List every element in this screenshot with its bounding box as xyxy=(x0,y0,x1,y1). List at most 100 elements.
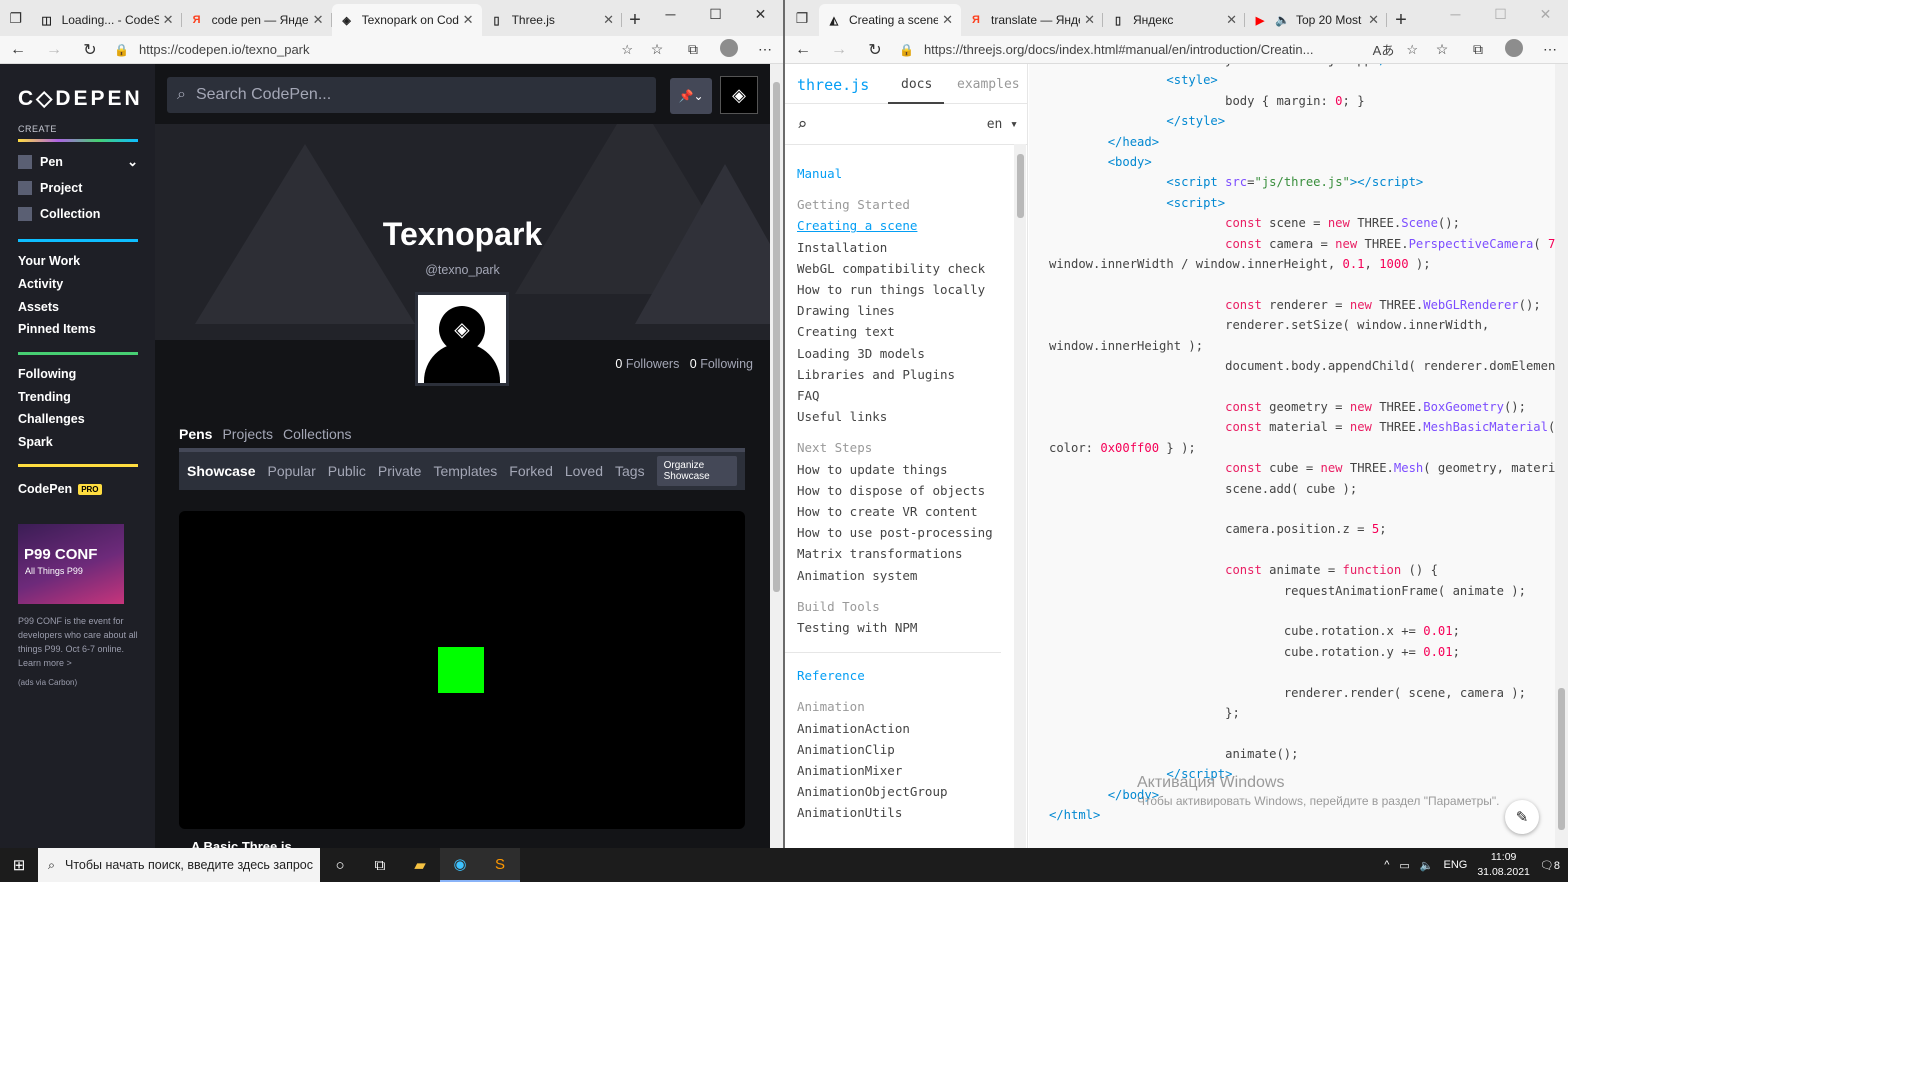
create-project-item[interactable]: Project xyxy=(18,181,82,195)
nav-assets[interactable]: Assets xyxy=(18,300,59,314)
file-explorer-icon[interactable]: ▰ xyxy=(400,848,440,882)
nav-pinned-items[interactable]: Pinned Items xyxy=(18,322,96,336)
collections-icon[interactable]: ⧉ xyxy=(1460,41,1496,58)
subtab-tags[interactable]: Tags xyxy=(615,463,645,479)
lock-icon[interactable]: 🔒 xyxy=(899,43,914,57)
language-select[interactable]: en ▾ xyxy=(987,117,1018,132)
tab-yandex-codepen[interactable]: Я code pen — Яндекс: ✕ xyxy=(182,4,332,36)
nav-activity[interactable]: Activity xyxy=(18,277,63,291)
page-scrollbar[interactable] xyxy=(1555,64,1568,848)
cortana-icon[interactable]: ○ xyxy=(320,848,360,882)
tab-creating-scene[interactable]: ◭ Creating a scene – th ✕ xyxy=(819,4,961,36)
nav-link[interactable]: AnimationMixer xyxy=(797,760,1007,781)
nav-link[interactable]: Matrix transformations xyxy=(797,543,1007,564)
tab-docs[interactable]: docs xyxy=(901,77,932,92)
codepen-logo[interactable]: C◇DEPEN xyxy=(18,86,143,111)
forward-icon[interactable]: → xyxy=(821,41,857,59)
tab-codesandbox[interactable]: ◫ Loading... - CodeSan ✕ xyxy=(32,4,182,36)
url-field[interactable]: 🔒 https://codepen.io/texno_park ☆ xyxy=(108,38,639,62)
docs-search-input[interactable]: ⌕ en ▾ xyxy=(785,105,1028,145)
notifications-icon[interactable]: 🗨8 xyxy=(1540,859,1560,872)
new-tab-button[interactable]: + xyxy=(1387,4,1415,36)
network-icon[interactable]: ▭ xyxy=(1399,859,1409,872)
favorites-icon[interactable]: ☆ xyxy=(639,41,675,58)
edit-pencil-button[interactable]: ✎ xyxy=(1505,800,1539,834)
windows-start-icon[interactable]: ⊞ xyxy=(0,856,38,874)
close-window-icon[interactable]: ✕ xyxy=(738,0,783,28)
ad-source[interactable]: (ads via Carbon) xyxy=(18,678,77,687)
nav-link[interactable]: How to create VR content xyxy=(797,501,1007,522)
nav-link[interactable]: How to use post-processing xyxy=(797,522,1007,543)
url-field[interactable]: 🔒 https://threejs.org/docs/index.html#ma… xyxy=(893,38,1424,62)
tab-projects[interactable]: Projects xyxy=(222,426,273,442)
add-favorite-icon[interactable]: ☆ xyxy=(1406,42,1418,58)
nav-challenges[interactable]: Challenges xyxy=(18,412,85,426)
nav-link[interactable]: AnimationObjectGroup xyxy=(797,781,1007,802)
clock[interactable]: 11:09 31.08.2021 xyxy=(1477,850,1530,880)
nav-following[interactable]: Following xyxy=(18,367,76,381)
maximize-icon[interactable]: ☐ xyxy=(1478,0,1523,28)
profile-avatar[interactable] xyxy=(711,39,747,60)
back-icon[interactable]: ← xyxy=(0,41,36,59)
nav-link[interactable]: Drawing lines xyxy=(797,300,1007,321)
nav-link[interactable]: Creating a scene xyxy=(797,215,1007,236)
pen-title[interactable]: A Basic Three.js xyxy=(191,839,292,848)
more-menu-icon[interactable]: ⋯ xyxy=(1532,41,1568,58)
tab-threejs[interactable]: ▯ Three.js ✕ xyxy=(482,4,623,36)
minimize-icon[interactable]: ─ xyxy=(648,0,693,28)
nav-link[interactable]: Testing with NPM xyxy=(797,617,1007,638)
ad-text[interactable]: P99 CONF is the event for developers who… xyxy=(18,614,140,670)
speaker-icon[interactable]: 🔈 xyxy=(1275,13,1290,27)
nav-link[interactable]: How to dispose of objects xyxy=(797,480,1007,501)
followers-link[interactable]: Followers xyxy=(626,357,680,371)
tab-youtube[interactable]: ▶ 🔈 Top 20 Most Po ✕ xyxy=(1245,4,1387,36)
tab-yandex[interactable]: ▯ Яндекс ✕ xyxy=(1103,4,1245,36)
close-icon[interactable]: ✕ xyxy=(463,12,474,28)
tab-yandex-translate[interactable]: Я translate — Яндекс: ✕ xyxy=(961,4,1103,36)
nav-link[interactable]: Creating text xyxy=(797,321,1007,342)
create-collection-item[interactable]: Collection xyxy=(18,207,100,221)
subtab-showcase[interactable]: Showcase xyxy=(187,463,255,479)
tab-texnopark[interactable]: ◈ Texnopark on CodeP ✕ xyxy=(331,4,482,36)
taskbar-search-input[interactable]: ⌕ Чтобы начать поиск, введите здесь запр… xyxy=(38,848,320,882)
nav-your-work[interactable]: Your Work xyxy=(18,254,80,268)
organize-showcase-button[interactable]: Organize Showcase xyxy=(656,456,737,486)
nav-spark[interactable]: Spark xyxy=(18,435,53,449)
favorites-icon[interactable]: ☆ xyxy=(1424,41,1460,58)
close-icon[interactable]: ✕ xyxy=(942,12,953,28)
ad-banner[interactable]: P99 CONF All Things P99 xyxy=(18,524,124,604)
back-icon[interactable]: ← xyxy=(785,41,821,59)
close-icon[interactable]: ✕ xyxy=(1368,12,1379,28)
more-menu-icon[interactable]: ⋯ xyxy=(747,41,783,58)
chevron-up-icon[interactable]: ^ xyxy=(1384,859,1389,871)
nav-link[interactable]: AnimationClip xyxy=(797,739,1007,760)
forward-icon[interactable]: → xyxy=(36,41,72,59)
close-icon[interactable]: ✕ xyxy=(313,12,324,28)
nav-link[interactable]: Animation system xyxy=(797,565,1007,586)
tab-examples[interactable]: examples xyxy=(957,77,1020,92)
profile-avatar[interactable] xyxy=(1496,39,1532,60)
subtab-templates[interactable]: Templates xyxy=(433,463,497,479)
sidebar-scrollbar[interactable] xyxy=(1014,144,1026,848)
nav-link[interactable]: AnimationUtils xyxy=(797,802,1007,823)
codepen-search-input[interactable]: ⌕ Search CodePen... xyxy=(167,77,656,113)
nav-link[interactable]: AnimationAction xyxy=(797,718,1007,739)
chevron-down-icon[interactable]: ⌄ xyxy=(127,154,138,170)
collections-icon[interactable]: ⧉ xyxy=(675,41,711,58)
nav-link[interactable]: Loading 3D models xyxy=(797,343,1007,364)
refresh-icon[interactable]: ↻ xyxy=(857,40,893,60)
subtab-popular[interactable]: Popular xyxy=(267,463,315,479)
maximize-icon[interactable]: ☐ xyxy=(693,0,738,28)
refresh-icon[interactable]: ↻ xyxy=(72,40,108,60)
subtab-loved[interactable]: Loved xyxy=(565,463,603,479)
edge-icon[interactable]: ◉ xyxy=(440,848,480,882)
sublime-text-icon[interactable]: S xyxy=(480,848,520,882)
close-window-icon[interactable]: ✕ xyxy=(1523,0,1568,28)
close-icon[interactable]: ✕ xyxy=(603,12,614,28)
nav-link[interactable]: FAQ xyxy=(797,385,1007,406)
nav-link[interactable]: WebGL compatibility check xyxy=(797,258,1007,279)
nav-link[interactable]: How to run things locally xyxy=(797,279,1007,300)
close-icon[interactable]: ✕ xyxy=(163,12,174,28)
tab-collections[interactable]: Collections xyxy=(283,426,351,442)
threejs-logo[interactable]: three.js xyxy=(797,76,869,94)
